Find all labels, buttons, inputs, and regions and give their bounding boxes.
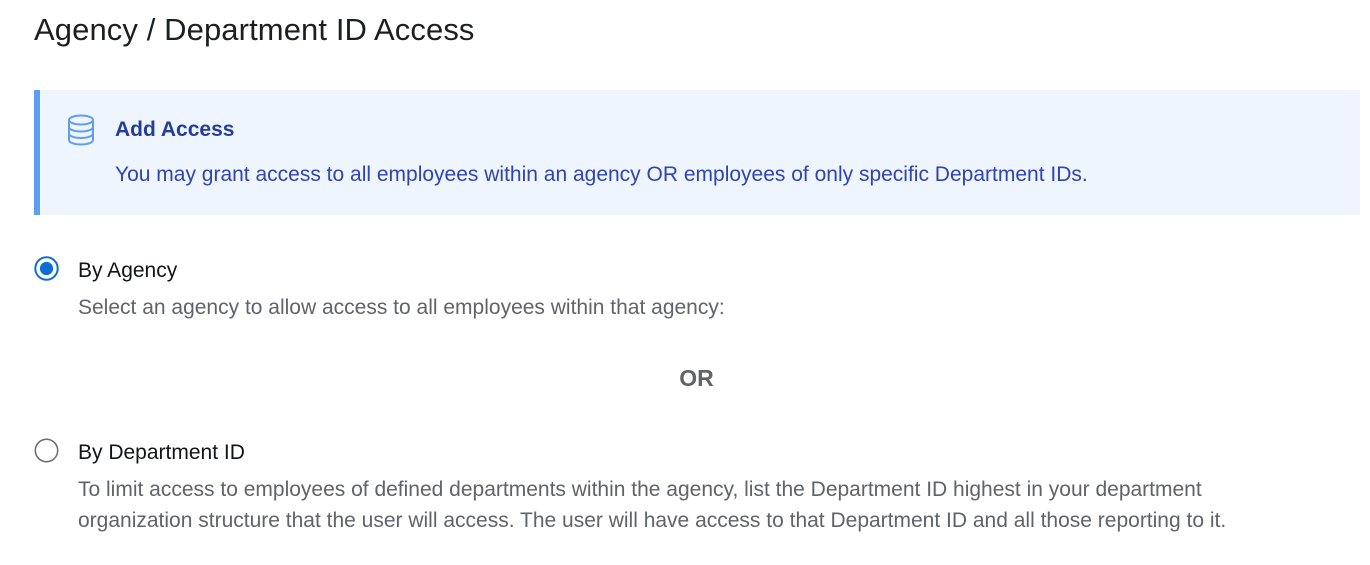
database-icon xyxy=(67,114,101,148)
by-agency-label[interactable]: By Agency xyxy=(78,259,177,283)
by-agency-description: Select an agency to allow access to all … xyxy=(78,296,725,319)
page-title: Agency / Department ID Access xyxy=(34,12,475,47)
by-department-id-label[interactable]: By Department ID xyxy=(78,441,245,465)
info-alert-text: You may grant access to all employees wi… xyxy=(115,163,1088,186)
info-alert-title: Add Access xyxy=(115,118,235,141)
by-agency-radio[interactable] xyxy=(34,256,59,281)
page: Agency / Department ID Access Add Access… xyxy=(0,0,1370,565)
info-alert: Add Access You may grant access to all e… xyxy=(34,90,1360,215)
by-department-id-description: To limit access to employees of defined … xyxy=(78,478,1227,532)
by-department-id-radio[interactable] xyxy=(34,438,59,463)
or-divider: OR xyxy=(679,365,714,391)
